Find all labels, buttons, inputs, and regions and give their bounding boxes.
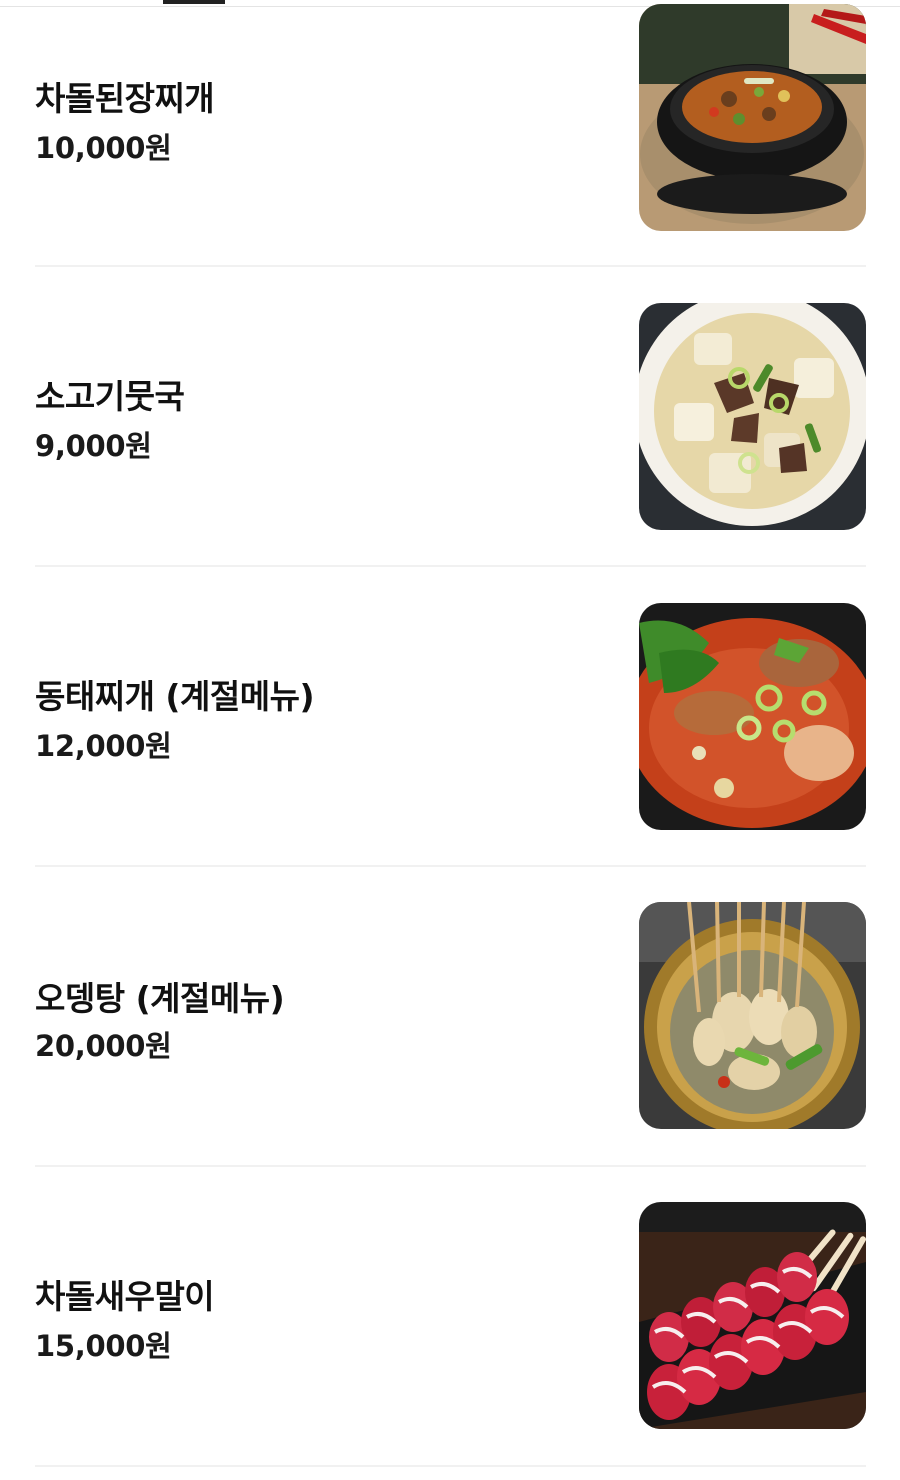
menu-item-name: 소고기뭇국	[35, 377, 185, 416]
menu-item-text: 소고기뭇국 9,000원	[35, 267, 595, 565]
menu-item-text: 차돌된장찌개 10,000원	[35, 0, 595, 265]
menu-item-name: 차돌된장찌개	[35, 79, 215, 118]
menu-item[interactable]: 차돌새우말이 15,000원	[35, 1167, 866, 1467]
pollock-stew-photo[interactable]	[639, 603, 866, 830]
menu-item[interactable]: 오뎅탕 (계절메뉴) 20,000원	[35, 867, 866, 1167]
menu-item-price: 15,000원	[35, 1329, 172, 1363]
menu-item-price: 20,000원	[35, 1029, 172, 1063]
beef-radish-soup-photo[interactable]	[639, 303, 866, 530]
doenjang-jjigae-photo[interactable]	[639, 4, 866, 231]
menu-item-price: 10,000원	[35, 131, 172, 165]
menu-item[interactable]: 소고기뭇국 9,000원	[35, 267, 866, 567]
menu-item-text: 동태찌개 (계절메뉴) 12,000원	[35, 567, 595, 865]
menu-item[interactable]: 동태찌개 (계절메뉴) 12,000원	[35, 567, 866, 867]
menu-item-price: 12,000원	[35, 729, 172, 763]
menu-item-name: 오뎅탕 (계절메뉴)	[35, 979, 285, 1018]
menu-item-name: 차돌새우말이	[35, 1277, 215, 1316]
menu-item-text: 오뎅탕 (계절메뉴) 20,000원	[35, 867, 595, 1165]
menu-item-price: 9,000원	[35, 429, 152, 463]
menu-item-name: 동태찌개 (계절메뉴)	[35, 677, 315, 716]
fishcake-soup-photo[interactable]	[639, 902, 866, 1129]
menu-item-text: 차돌새우말이 15,000원	[35, 1167, 595, 1465]
brisket-shrimp-roll-photo[interactable]	[639, 1202, 866, 1429]
menu-item[interactable]: 차돌된장찌개 10,000원	[35, 0, 866, 267]
